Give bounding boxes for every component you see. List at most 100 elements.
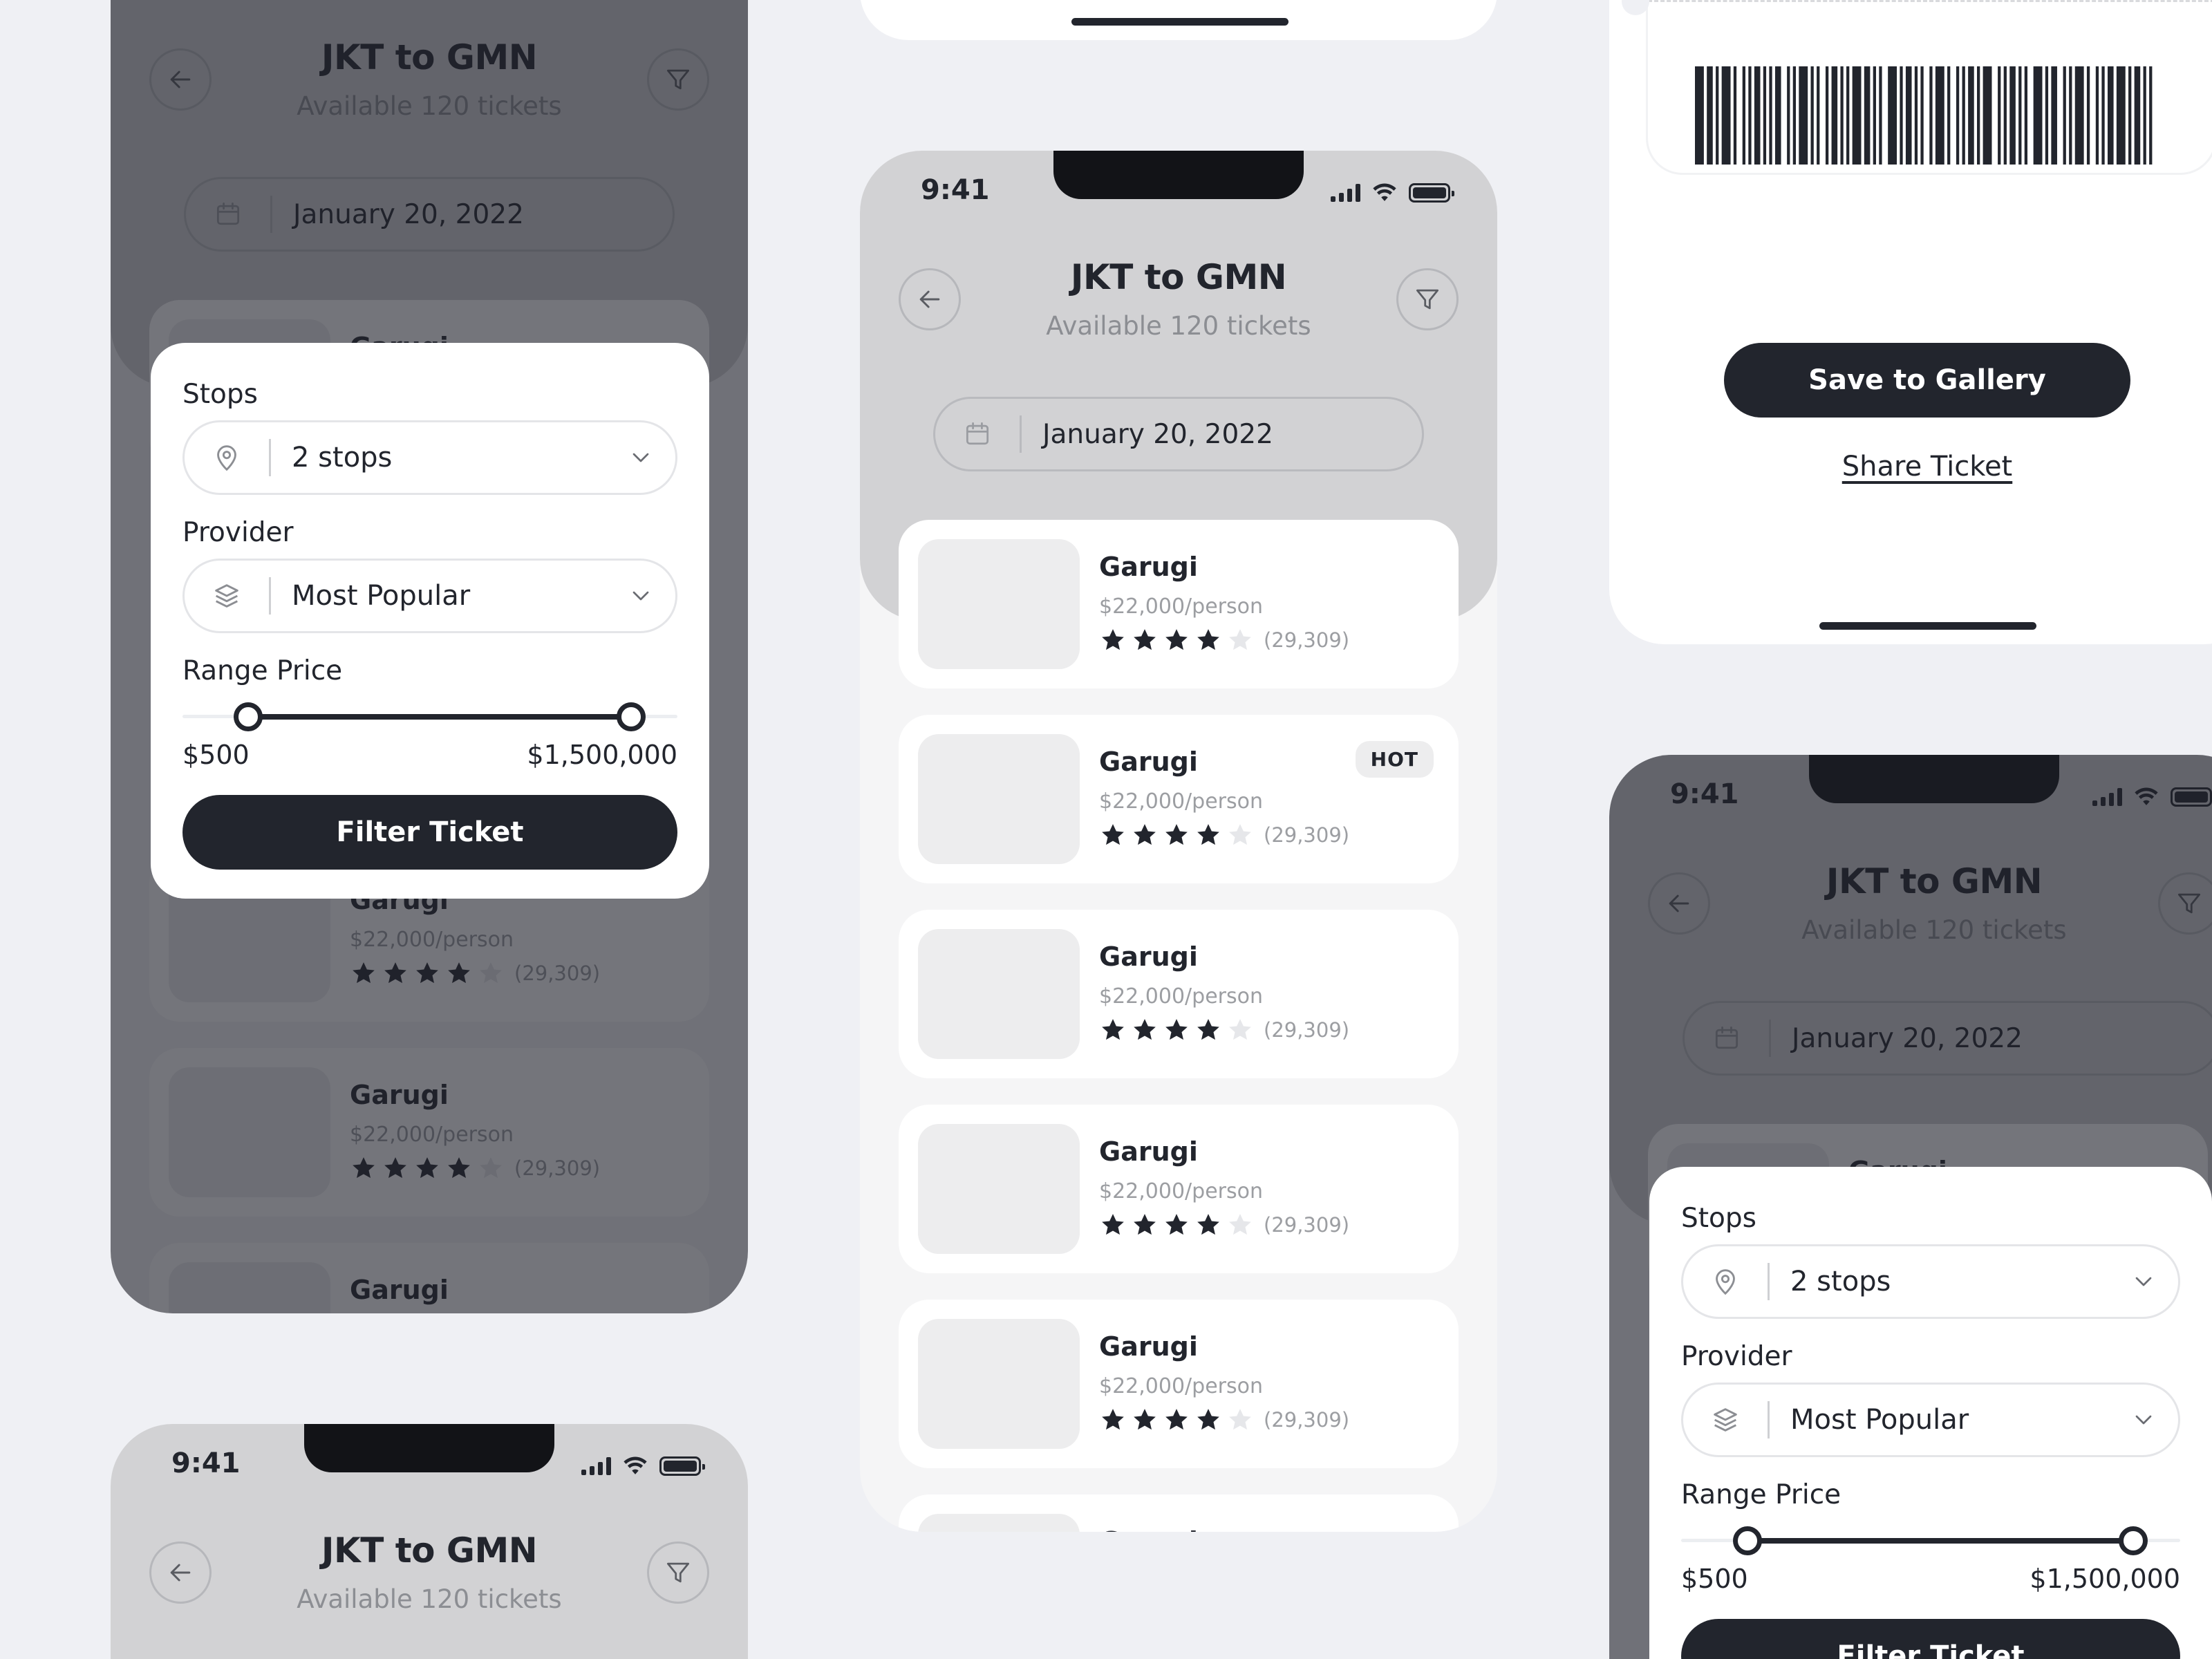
ticket-card[interactable]: Garugi $22,000/person (29,309): [899, 520, 1459, 688]
phone-ticket-actions: Save to Gallery Share Ticket: [1609, 0, 2212, 644]
page-subtitle: Available 120 tickets: [297, 1584, 562, 1614]
rating-stars: (29,309): [1099, 626, 1349, 654]
range-max-handle[interactable]: [2119, 1526, 2148, 1555]
phone-top-center: [860, 0, 1497, 40]
range-min-value: $500: [182, 740, 250, 770]
chevron-down-icon: [2130, 1406, 2157, 1434]
chevron-down-icon: [627, 444, 655, 471]
rating-stars: (29,309): [1099, 1406, 1349, 1434]
range-min-handle[interactable]: [234, 702, 263, 731]
ticket-card[interactable]: Garugi $22,000/person (29,309): [899, 1105, 1459, 1273]
star-icon: [1194, 626, 1222, 654]
price-range-slider[interactable]: [1681, 1526, 2180, 1555]
wifi-icon: [621, 1453, 650, 1479]
provider-select[interactable]: Most Popular: [1681, 1382, 2180, 1457]
chevron-down-icon: [2130, 1268, 2157, 1295]
star-icon: [1226, 626, 1254, 654]
star-icon: [1131, 1211, 1159, 1239]
star-icon: [1194, 1406, 1222, 1434]
rating-stars: (29,309): [1099, 821, 1349, 849]
star-icon: [1226, 1406, 1254, 1434]
chevron-down-icon: [627, 582, 655, 610]
star-icon: [1226, 1016, 1254, 1044]
layers-icon: [211, 580, 243, 612]
provider-select[interactable]: Most Popular: [182, 559, 677, 633]
ticket-notch: [1622, 0, 1649, 15]
filter-sheet: Stops 2 stops Provider Most Popular Rang…: [1649, 1167, 2212, 1659]
range-price-label: Range Price: [182, 655, 343, 686]
stops-label: Stops: [1681, 1203, 1756, 1234]
date-picker[interactable]: January 20, 2022: [933, 397, 1424, 471]
range-price-label: Range Price: [1681, 1479, 1841, 1510]
ticket-thumbnail: [918, 929, 1080, 1059]
ticket-thumbnail: [918, 734, 1080, 864]
ticket-card[interactable]: Garugi: [899, 1494, 1459, 1532]
page-title: JKT to GMN: [321, 1530, 538, 1571]
star-icon: [1194, 1211, 1222, 1239]
date-value: January 20, 2022: [1042, 418, 1273, 450]
ticket-thumbnail: [918, 1124, 1080, 1254]
star-icon: [1163, 1406, 1190, 1434]
star-icon: [1163, 1016, 1190, 1044]
page-subtitle: Available 120 tickets: [1046, 311, 1311, 341]
page-title: JKT to GMN: [1070, 257, 1287, 297]
rating-stars: (29,309): [1099, 1211, 1349, 1239]
star-icon: [1131, 1016, 1159, 1044]
star-icon: [1163, 626, 1190, 654]
star-icon: [1131, 821, 1159, 849]
ticket-thumbnail: [918, 1319, 1080, 1449]
ticket-thumbnail: [918, 539, 1080, 669]
home-indicator: [1071, 18, 1288, 26]
stops-select[interactable]: 2 stops: [1681, 1244, 2180, 1319]
phone-list-bottom-left: 9:41 JKT to GMN Available 120 tickets: [111, 1424, 748, 1659]
barcode: [1695, 66, 2153, 165]
status-bar: 9:41: [111, 1424, 748, 1507]
phone-ticket-list: 9:41 JKT to GMN Available 120 tickets Ja…: [860, 151, 1497, 1532]
star-icon: [1194, 1016, 1222, 1044]
calendar-icon: [962, 419, 993, 449]
save-to-gallery-button[interactable]: Save to Gallery: [1724, 343, 2130, 418]
star-icon: [1226, 821, 1254, 849]
range-min-value: $500: [1681, 1564, 1748, 1594]
star-icon: [1099, 821, 1127, 849]
star-icon: [1131, 626, 1159, 654]
share-ticket-link[interactable]: Share Ticket: [1609, 451, 2212, 482]
range-max-handle[interactable]: [616, 702, 646, 731]
location-pin-icon: [211, 442, 243, 474]
star-icon: [1163, 1211, 1190, 1239]
star-icon: [1099, 1211, 1127, 1239]
status-bar: 9:41: [860, 151, 1497, 234]
ticket-card[interactable]: Garugi HOT $22,000/person (29,309): [899, 715, 1459, 883]
star-icon: [1099, 1406, 1127, 1434]
ticket-thumbnail: [918, 1514, 1080, 1532]
ticket-card[interactable]: Garugi $22,000/person (29,309): [899, 1300, 1459, 1468]
price-range-slider[interactable]: [182, 702, 677, 731]
range-max-value: $1,500,000: [2030, 1564, 2180, 1594]
filter-ticket-button[interactable]: Filter Ticket: [1681, 1619, 2180, 1659]
location-pin-icon: [1709, 1266, 1741, 1297]
battery-icon: [659, 1456, 705, 1476]
ticket-card[interactable]: Garugi $22,000/person (29,309): [899, 910, 1459, 1078]
filter-sheet: Stops 2 stops Provider Most Popular Rang…: [151, 343, 709, 899]
range-min-handle[interactable]: [1733, 1526, 1763, 1555]
wifi-icon: [1370, 180, 1399, 206]
star-icon: [1163, 821, 1190, 849]
battery-icon: [1409, 183, 1454, 203]
star-icon: [1099, 626, 1127, 654]
filter-ticket-button[interactable]: Filter Ticket: [182, 795, 677, 870]
signal-icon: [1331, 184, 1360, 202]
stops-label: Stops: [182, 379, 258, 410]
rating-stars: (29,309): [1099, 1016, 1349, 1044]
signal-icon: [581, 1457, 611, 1475]
layers-icon: [1709, 1404, 1741, 1436]
hot-badge: HOT: [1355, 741, 1434, 778]
star-icon: [1226, 1211, 1254, 1239]
stops-select[interactable]: 2 stops: [182, 420, 677, 495]
provider-label: Provider: [1681, 1341, 1792, 1372]
star-icon: [1131, 1406, 1159, 1434]
star-icon: [1194, 821, 1222, 849]
home-indicator: [1819, 622, 2036, 630]
star-icon: [1099, 1016, 1127, 1044]
range-max-value: $1,500,000: [527, 740, 677, 770]
provider-label: Provider: [182, 517, 294, 548]
